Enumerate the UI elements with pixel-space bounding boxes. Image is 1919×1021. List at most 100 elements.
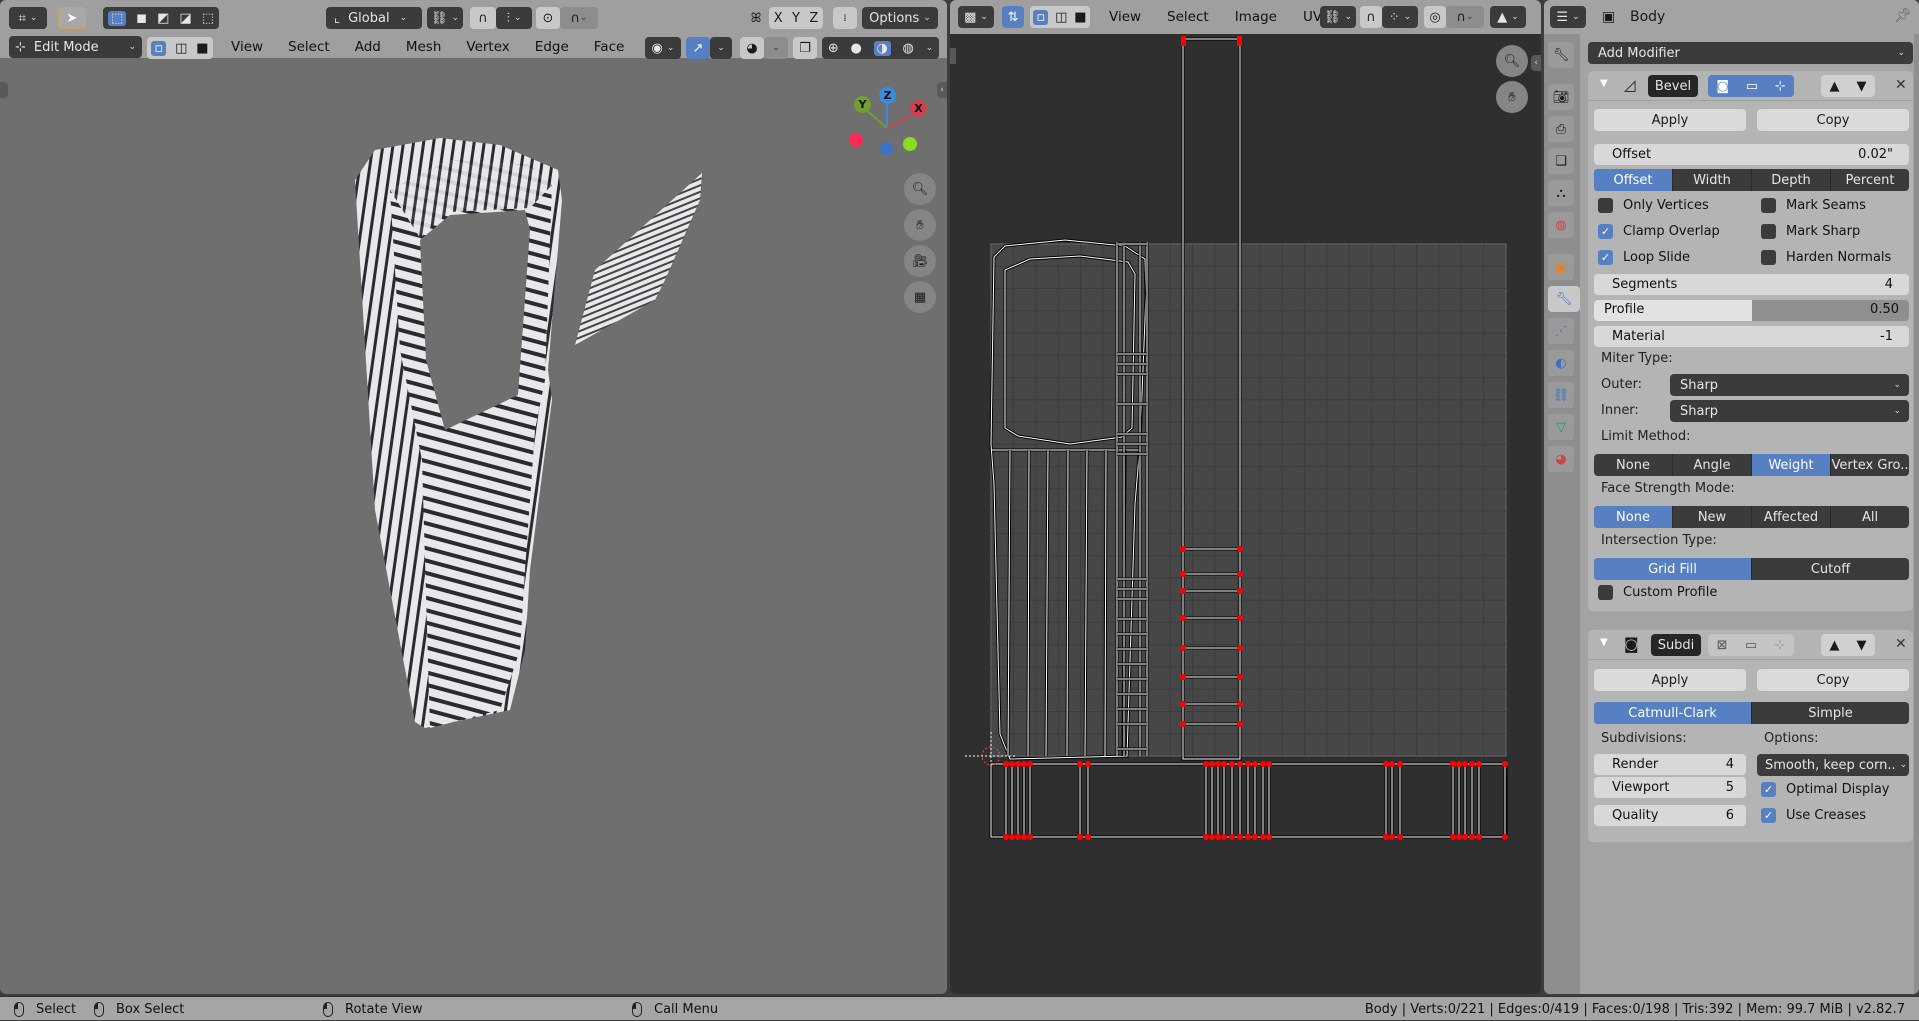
- solid-shading-icon[interactable]: ●: [850, 41, 861, 56]
- uv-falloff-dropdown[interactable]: ∩ ⌄: [1446, 6, 1484, 28]
- face-strength-new[interactable]: New: [1673, 506, 1752, 528]
- overlays-toggle[interactable]: ◕: [740, 37, 764, 59]
- toolbar-expand-handle[interactable]: [0, 82, 8, 98]
- tab-modifiers[interactable]: 🔧︎: [1548, 286, 1580, 312]
- remove-modifier-icon[interactable]: ✕: [1895, 77, 1907, 93]
- width-type-offset[interactable]: Offset: [1594, 169, 1673, 191]
- tab-render[interactable]: 📷︎: [1548, 84, 1574, 110]
- menu-mesh[interactable]: Mesh: [406, 39, 442, 55]
- select-difference-icon[interactable]: ◪: [179, 11, 191, 26]
- pin-icon[interactable]: 📌︎: [1894, 8, 1912, 24]
- options-dropdown[interactable]: Options ⌄: [862, 7, 938, 29]
- edit-mode-cage-icon[interactable]: ⊹: [1775, 79, 1786, 94]
- menu-vertex[interactable]: Vertex: [466, 39, 509, 55]
- move-up-icon[interactable]: ▲: [1830, 638, 1840, 653]
- tab-output[interactable]: ⎙: [1548, 116, 1574, 142]
- uv-snap-toggle[interactable]: ∩: [1360, 6, 1382, 28]
- width-type-depth[interactable]: Depth: [1752, 169, 1831, 191]
- uv-editor-type-button[interactable]: ▩ ⌄: [958, 6, 994, 28]
- menu-face[interactable]: Face: [594, 39, 625, 55]
- move-up-icon[interactable]: ▲: [1830, 79, 1840, 94]
- axis-neg-y-button[interactable]: [903, 137, 917, 151]
- width-type-percent[interactable]: Percent: [1831, 169, 1909, 191]
- outer-miter-dropdown[interactable]: Sharp ⌄: [1670, 374, 1909, 396]
- properties-scrollbar[interactable]: [1914, 34, 1919, 994]
- rendered-shading-icon[interactable]: ◍: [903, 41, 914, 56]
- collapse-triangle-icon[interactable]: ▼: [1600, 637, 1608, 648]
- inner-miter-dropdown[interactable]: Sharp ⌄: [1670, 400, 1909, 422]
- wireframe-shading-icon[interactable]: ⊕: [828, 41, 839, 56]
- tab-physics[interactable]: ◐: [1548, 350, 1574, 376]
- optimal-display-checkbox[interactable]: ✓ Optimal Display: [1761, 782, 1890, 797]
- subdiv-type-catmull-clark[interactable]: Catmull-Clark: [1594, 702, 1752, 724]
- gizmo-toggle[interactable]: ↗: [686, 37, 710, 59]
- face-strength-none[interactable]: None: [1594, 506, 1673, 528]
- axis-neg-z-button[interactable]: [880, 142, 893, 155]
- properties-editor-type-button[interactable]: ☰ ⌄: [1550, 6, 1586, 28]
- select-tool-button[interactable]: ➤: [58, 7, 86, 29]
- face-strength-affected[interactable]: Affected: [1752, 506, 1831, 528]
- overlays-dropdown[interactable]: ⌄: [764, 37, 788, 59]
- harden-normals-checkbox[interactable]: Harden Normals: [1761, 250, 1891, 265]
- tab-material[interactable]: ◕: [1548, 446, 1574, 472]
- 3d-viewport[interactable]: ⌗ ⌄ ➤ ⬚ ◼ ◩ ◪ ⬚ ⌞ Global ⌄ ⛓ ⌄ ∩ ⫶ ⌄ ⊙ ∩…: [0, 0, 947, 994]
- custom-profile-checkbox[interactable]: Custom Profile: [1598, 585, 1717, 600]
- uv-proportional-toggle[interactable]: ◎: [1424, 6, 1446, 28]
- move-down-icon[interactable]: ▼: [1857, 79, 1867, 94]
- tab-object[interactable]: ▣: [1548, 254, 1574, 280]
- bevel-name-field[interactable]: Bevel: [1648, 75, 1698, 97]
- gizmo-dropdown[interactable]: ⌄: [710, 37, 732, 59]
- vertex-select-icon[interactable]: ▫: [151, 40, 167, 56]
- subdiv-type-simple[interactable]: Simple: [1752, 702, 1909, 724]
- use-creases-checkbox[interactable]: ✓ Use Creases: [1761, 808, 1866, 823]
- menu-select[interactable]: Select: [288, 39, 330, 55]
- uv-menu-select[interactable]: Select: [1167, 9, 1209, 25]
- subdiv-viewport-levels[interactable]: Viewport 5: [1594, 777, 1746, 798]
- axis-z-button[interactable]: Z: [879, 87, 896, 104]
- menu-view[interactable]: View: [231, 39, 263, 55]
- viewport-display-icon[interactable]: ▭: [1746, 79, 1758, 94]
- menu-edge[interactable]: Edge: [535, 39, 569, 55]
- xray-toggle[interactable]: ❐: [793, 37, 817, 59]
- select-extend-icon[interactable]: ◼: [136, 11, 147, 26]
- bevel-material-field[interactable]: Material -1: [1594, 326, 1909, 347]
- clamp-overlap-checkbox[interactable]: ✓ Clamp Overlap: [1598, 224, 1720, 239]
- subdiv-copy-button[interactable]: Copy: [1757, 669, 1909, 691]
- uv-pivot-dropdown[interactable]: ⛓ ⌄: [1320, 6, 1356, 28]
- axis-x-button[interactable]: X: [910, 100, 927, 117]
- viewport-display-icon[interactable]: ▭: [1745, 638, 1757, 653]
- proportional-falloff-dropdown[interactable]: ∩ ⌄: [560, 7, 598, 29]
- tab-scene[interactable]: ⛬: [1548, 180, 1574, 206]
- ortho-toggle-button[interactable]: ▦: [904, 281, 936, 313]
- select-subtract-icon[interactable]: ◩: [157, 11, 169, 26]
- bevel-segments-field[interactable]: Segments 4: [1594, 274, 1909, 295]
- uv-smooth-dropdown[interactable]: Smooth, keep corn.. ⌄: [1757, 754, 1909, 776]
- only-vertices-checkbox[interactable]: Only Vertices: [1598, 198, 1709, 213]
- edit-mode-cage-icon[interactable]: ⊹: [1774, 638, 1785, 653]
- bevel-offset-field[interactable]: Offset 0.02": [1594, 144, 1909, 165]
- shading-dropdown-icon[interactable]: ⌄: [926, 43, 934, 53]
- camera-view-button[interactable]: 🎥︎: [904, 245, 936, 277]
- loop-slide-checkbox[interactable]: ✓ Loop Slide: [1598, 250, 1690, 265]
- uv-snap-target-dropdown[interactable]: ⁘ ⌄: [1382, 6, 1418, 28]
- uv-editor[interactable]: ▩ ⌄ ⇅ ▫ ◫ ■ View Select Image UV ⛓ ⌄ ∩ ⁘ ⌄ …: [950, 0, 1541, 994]
- pan-view-button[interactable]: ✋︎: [904, 209, 936, 241]
- select-new-icon[interactable]: ⬚: [108, 10, 127, 26]
- uv-vertex-select-icon[interactable]: ▫: [1033, 9, 1049, 25]
- snap-target-dropdown[interactable]: ⫶ ⌄: [496, 7, 532, 29]
- snap-toggle[interactable]: ∩: [470, 7, 496, 29]
- intersection-cutoff[interactable]: Cutoff: [1752, 558, 1909, 580]
- menu-add[interactable]: Add: [355, 39, 381, 55]
- subdiv-render-levels[interactable]: Render 4: [1594, 754, 1746, 775]
- auto-merge-toggle[interactable]: ⁞: [833, 7, 857, 29]
- move-down-icon[interactable]: ▼: [1857, 638, 1867, 653]
- face-select-icon[interactable]: ■: [196, 41, 208, 56]
- uv-edge-select-icon[interactable]: ◫: [1055, 10, 1067, 25]
- limit-method-none[interactable]: None: [1594, 454, 1673, 476]
- face-strength-all[interactable]: All: [1831, 506, 1909, 528]
- zoom-view-button[interactable]: 🔍︎: [904, 173, 936, 205]
- bevel-apply-button[interactable]: Apply: [1594, 109, 1746, 131]
- render-camera-icon[interactable]: ◙: [1716, 79, 1729, 94]
- tab-particles[interactable]: ⋰: [1548, 318, 1574, 344]
- uv-sync-selection-toggle[interactable]: ⇅: [1002, 6, 1024, 28]
